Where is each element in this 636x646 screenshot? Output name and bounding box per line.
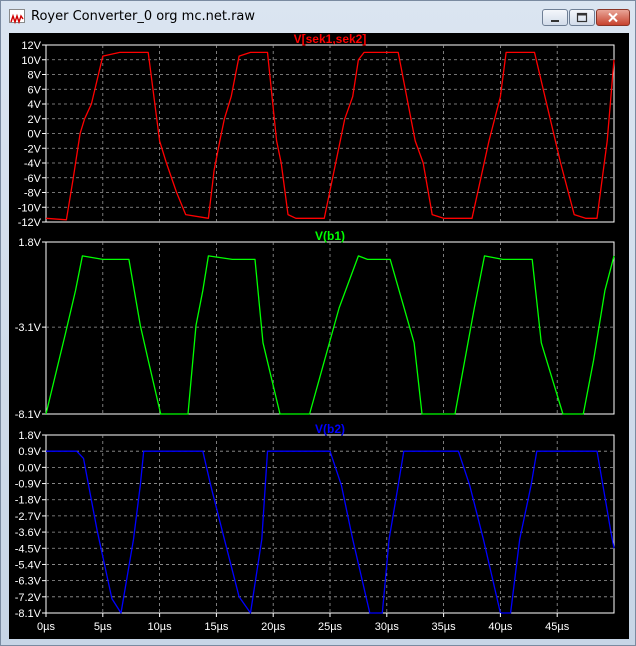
y-tick-label: 0.0V [18,462,41,474]
x-tick-label: 0µs [37,621,55,633]
y-tick-label: -8.1V [15,608,42,620]
y-tick-label: -8V [24,188,42,200]
y-tick-label: -3.1V [15,322,42,334]
close-icon [608,12,618,23]
y-tick-label: -0.9V [15,479,42,491]
trace-title: V(b2) [315,422,345,436]
x-tick-label: 35µs [432,621,457,633]
x-tick-label: 20µs [261,621,286,633]
title-bar[interactable]: Royer Converter_0 org mc.net.raw [1,1,635,33]
y-tick-label: 8V [28,70,42,82]
y-tick-label: 0V [28,129,42,141]
x-tick-label: 15µs [204,621,229,633]
y-tick-label: -6V [24,173,42,185]
y-tick-label: 6V [28,84,42,96]
minimize-icon [551,20,559,22]
y-tick-label: -7.2V [15,592,42,604]
y-tick-label: 10V [21,55,41,67]
waveform-app-icon [9,9,25,25]
x-tick-label: 25µs [318,621,343,633]
close-button[interactable] [596,9,630,26]
x-tick-label: 40µs [488,621,513,633]
plot-area[interactable]: 12V 10V 8V 6V 4V 2V 0V -2V -4V -6V -8V -10V -12V V[se… [9,33,629,639]
trace-title: V(b1) [315,229,345,243]
y-tick-label: -6.3V [15,576,42,588]
y-tick-label: -10V [18,202,42,214]
window-title: Royer Converter_0 org mc.net.raw [31,9,256,24]
y-tick-label: -2.7V [15,511,42,523]
y-tick-label: -5.4V [15,559,42,571]
y-tick-label: -8.1V [15,409,42,421]
waveform-plots[interactable]: 12V 10V 8V 6V 4V 2V 0V -2V -4V -6V -8V -10V -12V V[se… [9,33,629,639]
x-tick-label: 30µs [375,621,400,633]
y-tick-label: -1.8V [15,495,42,507]
y-tick-label: -3.6V [15,527,42,539]
y-tick-label: -4V [24,158,42,170]
y-tick-label: 4V [28,99,42,111]
maximize-button[interactable] [569,9,595,26]
y-tick-label: 0.9V [18,446,41,458]
x-tick-label: 45µs [545,621,570,633]
maximize-icon [576,12,588,23]
x-tick-label: 5µs [94,621,112,633]
trace-title: V[sek1,sek2] [294,33,367,46]
y-tick-label: 12V [21,40,41,52]
y-tick-label: 1.8V [18,430,41,442]
waveform-window: Royer Converter_0 org mc.net.raw 12V 10V 8… [0,0,636,646]
y-tick-label: -4.5V [15,543,42,555]
y-tick-label: 2V [28,114,42,126]
y-tick-label: -2V [24,143,42,155]
y-tick-label: 1.8V [18,237,41,249]
y-tick-label: -12V [18,217,42,229]
x-tick-label: 10µs [148,621,173,633]
minimize-button[interactable] [542,9,568,26]
